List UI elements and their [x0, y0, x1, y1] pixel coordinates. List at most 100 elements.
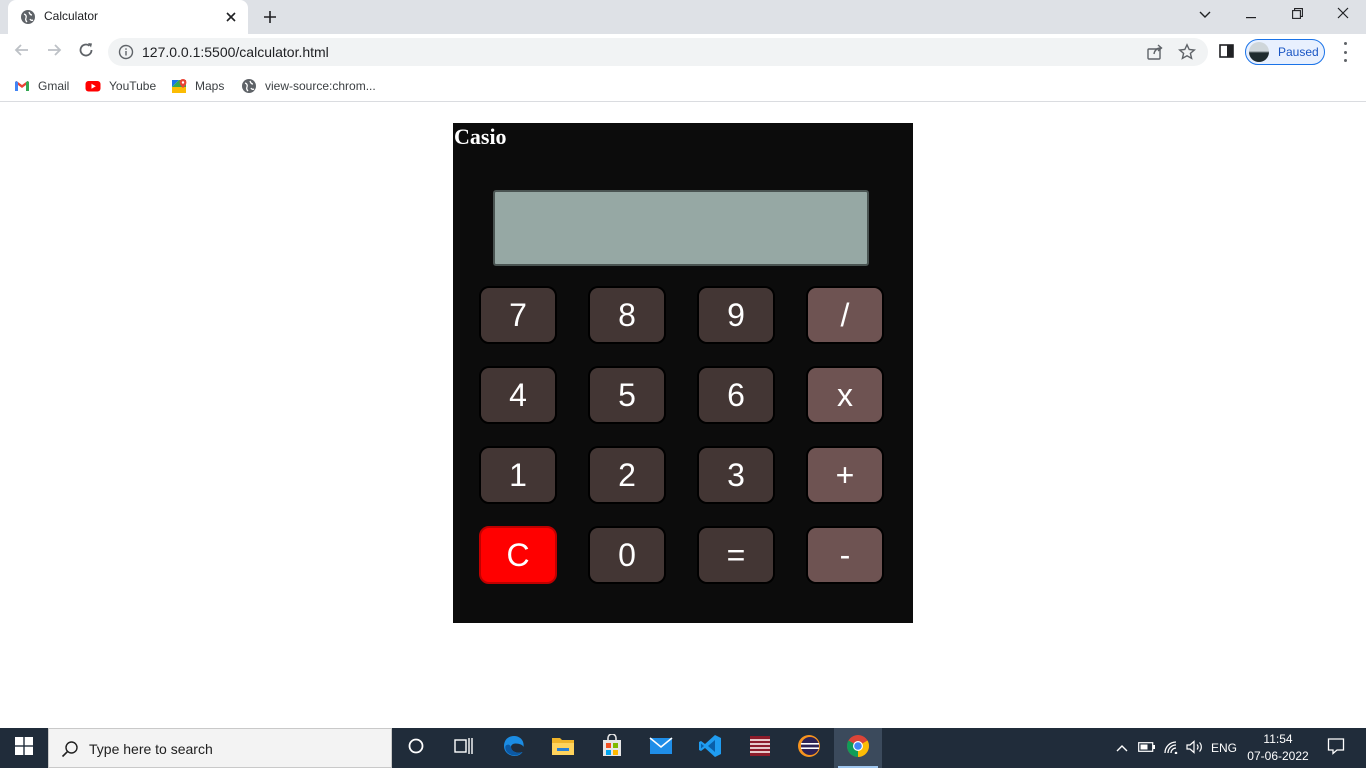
- battery-icon: [1138, 741, 1156, 755]
- more-options-icon[interactable]: [1336, 42, 1354, 62]
- key-subtract[interactable]: -: [806, 526, 884, 584]
- mail-icon: [649, 736, 673, 760]
- key-6[interactable]: 6: [697, 366, 775, 424]
- winrar-taskbar-button[interactable]: [736, 728, 784, 768]
- vscode-taskbar-button[interactable]: [686, 728, 734, 768]
- show-hidden-icons-button[interactable]: [1112, 728, 1132, 768]
- star-icon[interactable]: [1178, 43, 1196, 61]
- profile-status: Paused: [1278, 45, 1319, 59]
- mail-taskbar-button[interactable]: [637, 728, 685, 768]
- battery-tray-button[interactable]: [1136, 728, 1158, 768]
- chrome-taskbar-button[interactable]: [834, 728, 882, 768]
- bookmark-view-source[interactable]: view-source:chrom...: [241, 76, 376, 96]
- clock-time: 11:54: [1263, 732, 1293, 746]
- key-0[interactable]: 0: [588, 526, 666, 584]
- bookmark-label: Maps: [195, 79, 225, 93]
- clock-date: 07-06-2022: [1247, 749, 1309, 763]
- bookmark-maps[interactable]: Maps: [171, 76, 224, 96]
- taskbar-clock[interactable]: 11:54 07-06-2022: [1240, 731, 1316, 765]
- url-text: 127.0.0.1:5500/calculator.html: [142, 44, 329, 60]
- taskbar-search-box[interactable]: Type here to search: [48, 728, 392, 768]
- screen: Calculator 127.0.0.1:5500/calculator.htm…: [0, 0, 1366, 768]
- key-divide[interactable]: /: [806, 286, 884, 344]
- profile-button[interactable]: Paused: [1245, 39, 1325, 65]
- notification-icon: [1327, 737, 1345, 760]
- notifications-button[interactable]: [1316, 728, 1356, 768]
- close-window-button[interactable]: [1320, 0, 1366, 30]
- task-view-icon: [454, 737, 474, 760]
- key-9[interactable]: 9: [697, 286, 775, 344]
- calculator-brand: Casio: [454, 124, 507, 149]
- restore-button[interactable]: [1274, 0, 1320, 30]
- bookmark-label: view-source:chrom...: [265, 79, 376, 93]
- close-icon: [1337, 6, 1349, 24]
- new-tab-button[interactable]: [258, 6, 282, 28]
- youtube-icon: [85, 78, 101, 94]
- key-equals[interactable]: =: [697, 526, 775, 584]
- eclipse-icon: [797, 734, 821, 763]
- bookmark-youtube[interactable]: YouTube: [85, 76, 156, 96]
- chevron-down-icon: [1199, 6, 1211, 24]
- close-tab-icon[interactable]: [222, 8, 240, 26]
- share-icon[interactable]: [1146, 43, 1164, 61]
- chevron-up-icon: [1116, 741, 1128, 755]
- browser-tab-calculator[interactable]: Calculator: [8, 0, 248, 34]
- minimize-button[interactable]: [1228, 0, 1274, 30]
- key-add[interactable]: +: [806, 446, 884, 504]
- reload-icon: [78, 42, 94, 63]
- info-icon[interactable]: [118, 44, 134, 60]
- bookmark-label: Gmail: [38, 79, 70, 93]
- network-tray-button[interactable]: [1160, 728, 1182, 768]
- bookmark-gmail[interactable]: Gmail: [14, 76, 69, 96]
- key-multiply[interactable]: x: [806, 366, 884, 424]
- forward-button[interactable]: [42, 40, 66, 64]
- restore-icon: [1291, 6, 1303, 24]
- key-4[interactable]: 4: [479, 366, 557, 424]
- taskbar: Type here to search ENG 11:54 07-06-2022: [0, 728, 1366, 768]
- chrome-icon: [846, 734, 870, 763]
- edge-taskbar-button[interactable]: [490, 728, 538, 768]
- eclipse-taskbar-button[interactable]: [785, 728, 833, 768]
- speaker-icon: [1186, 739, 1204, 757]
- arrow-right-icon: [46, 42, 62, 63]
- globe-icon: [241, 78, 257, 94]
- search-icon: [61, 740, 79, 758]
- key-clear[interactable]: C: [479, 526, 557, 584]
- cortana-button[interactable]: [392, 728, 440, 768]
- key-7[interactable]: 7: [479, 286, 557, 344]
- cortana-icon: [407, 737, 425, 760]
- windows-logo-icon: [15, 736, 33, 760]
- wifi-icon: [1163, 740, 1179, 757]
- start-button[interactable]: [0, 728, 48, 768]
- volume-tray-button[interactable]: [1184, 728, 1206, 768]
- calculator: Casio 7 8 9 / 4 5 6 x 1 2 3 + C 0 = -: [453, 123, 913, 623]
- edge-icon: [502, 734, 526, 763]
- search-placeholder: Type here to search: [89, 741, 213, 757]
- key-2[interactable]: 2: [588, 446, 666, 504]
- avatar: [1249, 42, 1269, 62]
- bookmarks-bar: Gmail YouTube Maps view-source:chrom...: [0, 70, 1366, 102]
- vscode-icon: [698, 734, 722, 763]
- tab-search-button[interactable]: [1182, 0, 1228, 30]
- reload-button[interactable]: [74, 40, 98, 64]
- back-button[interactable]: [10, 40, 34, 64]
- task-view-button[interactable]: [440, 728, 488, 768]
- file-explorer-taskbar-button[interactable]: [539, 728, 587, 768]
- page-content: Casio 7 8 9 / 4 5 6 x 1 2 3 + C 0 = -: [0, 102, 1366, 728]
- browser-toolbar: 127.0.0.1:5500/calculator.html Paused: [0, 34, 1366, 70]
- tab-title: Calculator: [44, 9, 99, 23]
- side-panel-icon[interactable]: [1218, 42, 1236, 60]
- calculator-display: [493, 190, 869, 266]
- key-5[interactable]: 5: [588, 366, 666, 424]
- arrow-left-icon: [14, 42, 30, 63]
- tab-strip: Calculator: [0, 0, 1366, 34]
- key-1[interactable]: 1: [479, 446, 557, 504]
- folder-icon: [551, 735, 575, 762]
- globe-icon: [20, 9, 36, 25]
- language-indicator[interactable]: ENG: [1208, 728, 1240, 768]
- key-8[interactable]: 8: [588, 286, 666, 344]
- address-bar[interactable]: 127.0.0.1:5500/calculator.html: [108, 38, 1208, 66]
- gmail-icon: [14, 78, 30, 94]
- key-3[interactable]: 3: [697, 446, 775, 504]
- store-taskbar-button[interactable]: [588, 728, 636, 768]
